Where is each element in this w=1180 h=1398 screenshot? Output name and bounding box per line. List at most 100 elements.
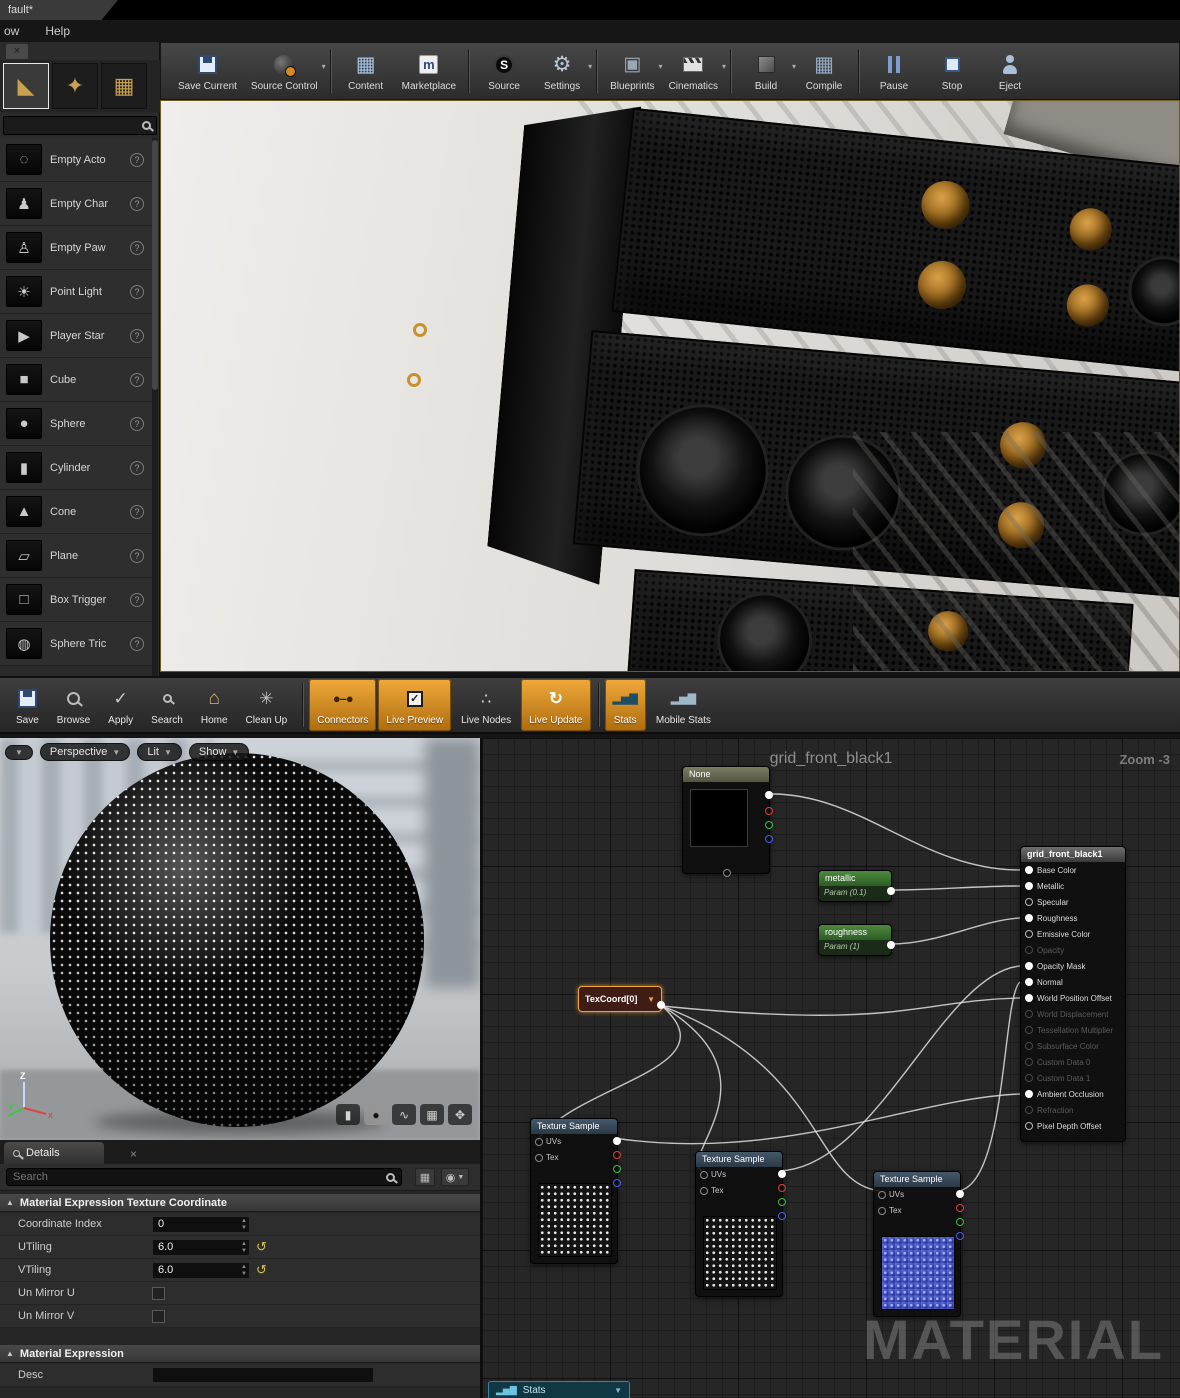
input-pin-uvs[interactable]: UVs — [878, 1190, 904, 1199]
output-pin-g[interactable] — [956, 1218, 964, 1226]
vtiling-input[interactable]: 6.0 ▲ ▼ — [152, 1261, 250, 1279]
panel-close-button[interactable]: × — [6, 44, 28, 59]
list-item[interactable]: □ Box Trigger? — [0, 578, 152, 622]
scrollbar[interactable] — [152, 138, 158, 676]
property-matrix-button[interactable]: ▦ — [415, 1168, 435, 1186]
chevron-down-icon[interactable]: ▾ — [322, 62, 326, 71]
browse-button[interactable]: Browse — [49, 679, 98, 731]
list-item[interactable]: ☀ Point Light? — [0, 270, 152, 314]
chevron-down-icon[interactable]: ▼ — [647, 995, 655, 1004]
node-texture-none[interactable]: None — [682, 766, 773, 877]
input-pin-uvs[interactable]: UVs — [535, 1137, 561, 1146]
output-pin[interactable] — [887, 941, 895, 949]
node-texture-sample-3[interactable]: Texture Sample UVs Tex — [873, 1171, 964, 1317]
output-pin-b[interactable] — [765, 835, 773, 843]
compile-button[interactable]: ▦ Compile — [795, 44, 853, 98]
perspective-button[interactable]: Perspective ▼ — [39, 743, 131, 761]
cinematics-button[interactable]: Cinematics ▾ — [662, 44, 726, 98]
list-item[interactable]: ◌ Empty Acto? — [0, 138, 152, 182]
input-pin-tex[interactable]: Tex — [700, 1186, 723, 1195]
details-search-input[interactable] — [6, 1168, 402, 1186]
save-current-button[interactable]: Save Current — [171, 44, 244, 98]
scrollbar-thumb[interactable] — [152, 140, 158, 390]
source-button[interactable]: S Source — [475, 44, 533, 98]
reset-to-default-icon[interactable]: ↺ — [256, 1239, 267, 1255]
output-pin-g[interactable] — [765, 821, 773, 829]
chevron-down-icon[interactable]: ▾ — [588, 62, 592, 71]
pause-button[interactable]: Pause — [865, 44, 923, 98]
list-item[interactable]: ▶ Player Star? — [0, 314, 152, 358]
save-button[interactable]: Save — [8, 679, 47, 731]
close-icon[interactable]: × — [130, 1147, 137, 1161]
list-item[interactable]: ▱ Plane? — [0, 534, 152, 578]
list-item[interactable]: ■ Cube? — [0, 358, 152, 402]
menu-item-window[interactable]: ow — [4, 24, 19, 38]
mode-tab-place[interactable]: ◣ — [3, 63, 49, 109]
node-texture-sample-2[interactable]: Texture Sample UVs Tex — [695, 1151, 786, 1297]
build-button[interactable]: Build ▾ — [737, 44, 796, 98]
material-pin-base-color[interactable]: Base Color — [1021, 862, 1125, 878]
node-roughness-param[interactable]: roughness Param (1) — [818, 924, 895, 956]
tab-stats[interactable]: ▂▅▇ Stats ▼ — [488, 1381, 630, 1398]
home-button[interactable]: ⌂ Home — [193, 679, 236, 731]
spinner-arrows-icon[interactable]: ▲ ▼ — [241, 1218, 247, 1232]
output-pin-b[interactable] — [778, 1212, 786, 1220]
blueprints-button[interactable]: ▣ Blueprints ▾ — [603, 44, 662, 98]
utiling-input[interactable]: 6.0 ▲ ▼ — [152, 1238, 250, 1256]
apply-button[interactable]: ✓ Apply — [100, 679, 141, 731]
clean-up-button[interactable]: ✳ Clean Up — [238, 679, 296, 731]
cube-preview-button[interactable]: ▦ — [420, 1104, 444, 1125]
stats-toggle[interactable]: ▂▅▇ Stats — [604, 679, 646, 731]
material-preview-viewport[interactable]: ▼ Perspective ▼ Lit ▼ Show ▼ ▮ ● ∿ ▦ ✥ Z Y … — [0, 738, 482, 1140]
material-graph-canvas[interactable]: grid_front_black1 Zoom -3 None metallic … — [482, 738, 1180, 1398]
mode-tab-foliage[interactable]: ✦ — [52, 63, 98, 109]
viewport-options-button[interactable]: ▼ — [5, 744, 33, 760]
material-pin-opacity-mask[interactable]: Opacity Mask — [1021, 958, 1125, 974]
section-header-texture-coordinate[interactable]: ▲ Material Expression Texture Coordinate — [0, 1194, 480, 1212]
show-button[interactable]: Show ▼ — [188, 743, 250, 761]
output-pin-rgb[interactable] — [778, 1170, 786, 1178]
output-pin-rgb[interactable] — [765, 791, 773, 799]
input-pin-uvs[interactable]: UVs — [700, 1170, 726, 1179]
material-pin-specular[interactable]: Specular — [1021, 894, 1125, 910]
lit-mode-button[interactable]: Lit ▼ — [137, 743, 182, 761]
live-preview-toggle[interactable]: ✓ Live Preview — [378, 679, 452, 731]
coordinate-index-input[interactable]: 0 ▲ ▼ — [152, 1215, 250, 1233]
output-pin-r[interactable] — [778, 1184, 786, 1192]
output-pin-r[interactable] — [956, 1204, 964, 1212]
connectors-toggle[interactable]: ●–● Connectors — [309, 679, 377, 731]
node-material-result[interactable]: grid_front_black1 Base Color Metallic Sp… — [1020, 846, 1126, 1142]
reset-to-default-icon[interactable]: ↺ — [256, 1262, 267, 1278]
input-pin-tex[interactable]: Tex — [878, 1206, 901, 1215]
output-pin[interactable] — [657, 1001, 665, 1009]
list-item[interactable]: ▲ Cone? — [0, 490, 152, 534]
output-pin-b[interactable] — [956, 1232, 964, 1240]
window-tab[interactable]: fault* — [0, 0, 118, 20]
chevron-down-icon[interactable]: ▾ — [722, 62, 726, 71]
material-pin-pixel-depth-offset[interactable]: Pixel Depth Offset — [1021, 1118, 1125, 1134]
output-pin-g[interactable] — [613, 1165, 621, 1173]
chevron-down-icon[interactable]: ▼ — [614, 1386, 622, 1395]
output-pin-a[interactable] — [723, 869, 731, 877]
output-pin-rgb[interactable] — [956, 1190, 964, 1198]
material-pin-normal[interactable]: Normal — [1021, 974, 1125, 990]
eject-button[interactable]: Eject — [981, 44, 1039, 98]
list-item[interactable]: ● Sphere? — [0, 402, 152, 446]
section-header-material-expression[interactable]: ▲ Material Expression — [0, 1345, 480, 1363]
tab-details[interactable]: Details — [4, 1142, 104, 1164]
plane-preview-button[interactable]: ∿ — [392, 1104, 416, 1125]
live-update-toggle[interactable]: ↻ Live Update — [521, 679, 591, 731]
list-item[interactable]: ◍ Sphere Tric? — [0, 622, 152, 666]
material-pin-ambient-occlusion[interactable]: Ambient Occlusion — [1021, 1086, 1125, 1102]
output-pin-g[interactable] — [778, 1198, 786, 1206]
mode-tab-geometry[interactable]: ▦ — [101, 63, 147, 109]
output-pin[interactable] — [887, 887, 895, 895]
settings-button[interactable]: ⚙ Settings ▾ — [533, 44, 592, 98]
output-pin-rgb[interactable] — [613, 1137, 621, 1145]
node-texture-sample-1[interactable]: Texture Sample UVs Tex — [530, 1118, 621, 1264]
source-control-button[interactable]: Source Control ▾ — [244, 44, 326, 98]
content-button[interactable]: ▦ Content — [337, 44, 395, 98]
input-pin-tex[interactable]: Tex — [535, 1153, 558, 1162]
stop-button[interactable]: Stop — [923, 44, 981, 98]
node-texcoord[interactable]: TexCoord[0] ▼ — [578, 986, 665, 1012]
